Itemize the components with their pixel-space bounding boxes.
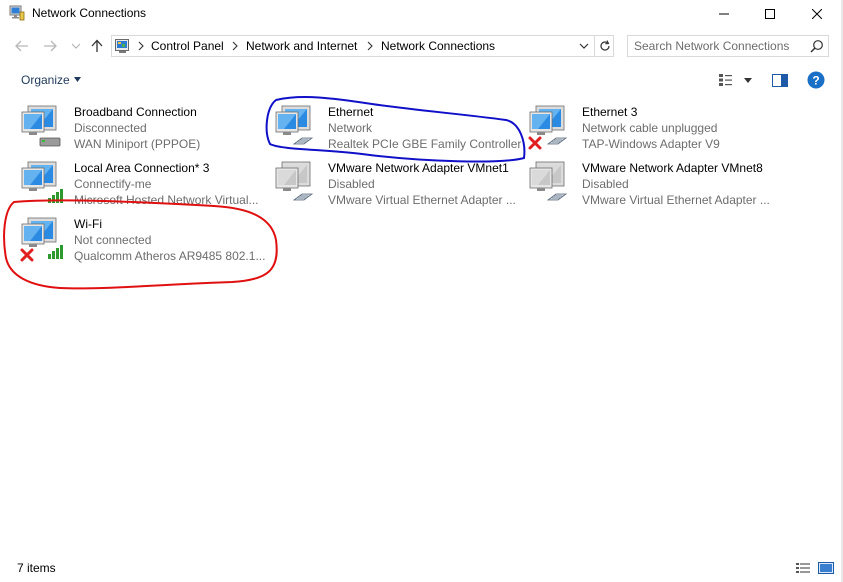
connection-item[interactable]: VMware Network Adapter VMnet1 Disabled VMw… [272,160,524,212]
connection-text: Ethernet Network Realtek PCIe GBE Family C… [328,104,524,152]
connection-status: Connectify-me [74,177,152,191]
connection-name: Ethernet 3 [582,105,638,119]
connection-device: Microsoft Hosted Network Virtual... [74,193,259,207]
connection-name: Broadband Connection [74,105,197,119]
address-bar[interactable]: Control Panel Network and Internet Netwo… [111,35,614,57]
close-icon [812,9,822,19]
connection-device: VMware Virtual Ethernet Adapter ... [582,193,770,207]
ethernet-connection-icon [529,161,568,201]
status-bar: 7 items [0,556,843,582]
connection-name: VMware Network Adapter VMnet8 [582,161,763,175]
forward-arrow-icon [44,40,57,52]
connection-item[interactable]: Broadband Connection Disconnected WAN Mini… [18,104,270,156]
ethernet-connection-icon [528,105,568,150]
chevron-down-icon [72,43,80,49]
ethernet-connection-icon [275,161,314,201]
forward-button[interactable] [40,36,60,56]
maximize-icon [765,9,775,19]
large-icons-view-icon[interactable] [818,560,834,576]
command-bar: Organize ? [0,64,843,96]
organize-label: Organize [21,73,70,87]
help-icon: ? [807,71,825,89]
search-input[interactable] [634,38,804,54]
connection-item[interactable]: Local Area Connection* 3 Connectify-me Mic… [18,160,270,212]
details-view-icon[interactable] [795,560,811,576]
connection-text: Broadband Connection Disconnected WAN Mini… [74,104,270,152]
connection-text: Wi-Fi Not connected Qualcomm Atheros AR948… [74,216,270,264]
preview-pane-icon [772,73,788,87]
breadcrumb-separator-icon [138,41,144,51]
up-arrow-icon [91,39,103,52]
organize-button[interactable]: Organize [21,73,81,87]
help-button[interactable]: ? [806,71,826,89]
view-details-icon [719,74,732,86]
connection-device: TAP-Windows Adapter V9 [582,137,720,151]
connection-name: Wi-Fi [74,217,102,231]
title-bar: Network Connections [0,0,843,28]
ethernet-connection-icon [275,105,314,145]
connection-text: Local Area Connection* 3 Connectify-me Mic… [74,160,270,208]
recent-locations-button[interactable] [66,36,86,56]
control-panel-icon [115,39,129,53]
network-connections-app-icon [9,5,25,21]
connection-item[interactable]: Ethernet Network Realtek PCIe GBE Family C… [272,104,524,156]
breadcrumb-network-connections[interactable]: Network Connections [381,39,495,53]
connection-status: Network [328,121,373,135]
connection-name: Ethernet [328,105,374,119]
search-icon[interactable] [810,39,824,53]
minimize-icon [719,13,729,15]
connection-item[interactable]: Wi-Fi Not connected Qualcomm Atheros AR948… [18,216,270,268]
modem-connection-icon [21,105,61,147]
change-view-button[interactable] [716,71,736,89]
connection-status: Network cable unplugged [582,121,718,135]
connection-name: VMware Network Adapter VMnet1 [328,161,509,175]
breadcrumb-separator-icon [232,41,238,51]
connection-text: VMware Network Adapter VMnet8 Disabled VMw… [582,160,778,208]
chevron-down-icon [579,43,589,49]
refresh-icon [599,40,610,51]
connection-status: Disabled [328,177,375,191]
connection-device: Qualcomm Atheros AR9485 802.1... [74,249,266,263]
svg-text:?: ? [812,74,819,88]
item-count: 7 items [17,561,56,575]
close-button[interactable] [794,0,840,28]
chevron-down-icon [73,77,81,82]
breadcrumb-control-panel[interactable]: Control Panel [151,39,224,53]
connection-item[interactable]: VMware Network Adapter VMnet8 Disabled VMw… [526,160,778,212]
breadcrumb-separator-icon [367,41,373,51]
connection-status: Disconnected [74,121,147,135]
view-options-button[interactable] [738,71,758,89]
connection-device: WAN Miniport (PPPOE) [74,137,201,151]
window-title: Network Connections [32,6,147,20]
preview-pane-button[interactable] [770,71,790,89]
address-history-button[interactable] [576,39,592,53]
connection-name: Local Area Connection* 3 [74,161,210,175]
back-button[interactable] [12,36,32,56]
up-button[interactable] [87,36,107,56]
connection-text: Ethernet 3 Network cable unplugged TAP-Win… [582,104,778,152]
search-box[interactable] [627,35,829,57]
breadcrumb-network-and-internet[interactable]: Network and Internet [246,39,357,53]
connection-status: Disabled [582,177,629,191]
connection-device: VMware Virtual Ethernet Adapter ... [328,193,516,207]
dropdown-arrow-icon [744,77,752,83]
back-arrow-icon [15,40,28,52]
wifi-connection-icon [21,161,63,203]
connection-item[interactable]: Ethernet 3 Network cable unplugged TAP-Win… [526,104,778,156]
maximize-button[interactable] [747,0,793,28]
connection-status: Not connected [74,233,152,247]
connection-text: VMware Network Adapter VMnet1 Disabled VMw… [328,160,524,208]
wifi-connection-icon [20,217,63,262]
refresh-button[interactable] [594,36,614,56]
minimize-button[interactable] [701,0,747,28]
connection-device: Realtek PCIe GBE Family Controller [328,137,522,151]
